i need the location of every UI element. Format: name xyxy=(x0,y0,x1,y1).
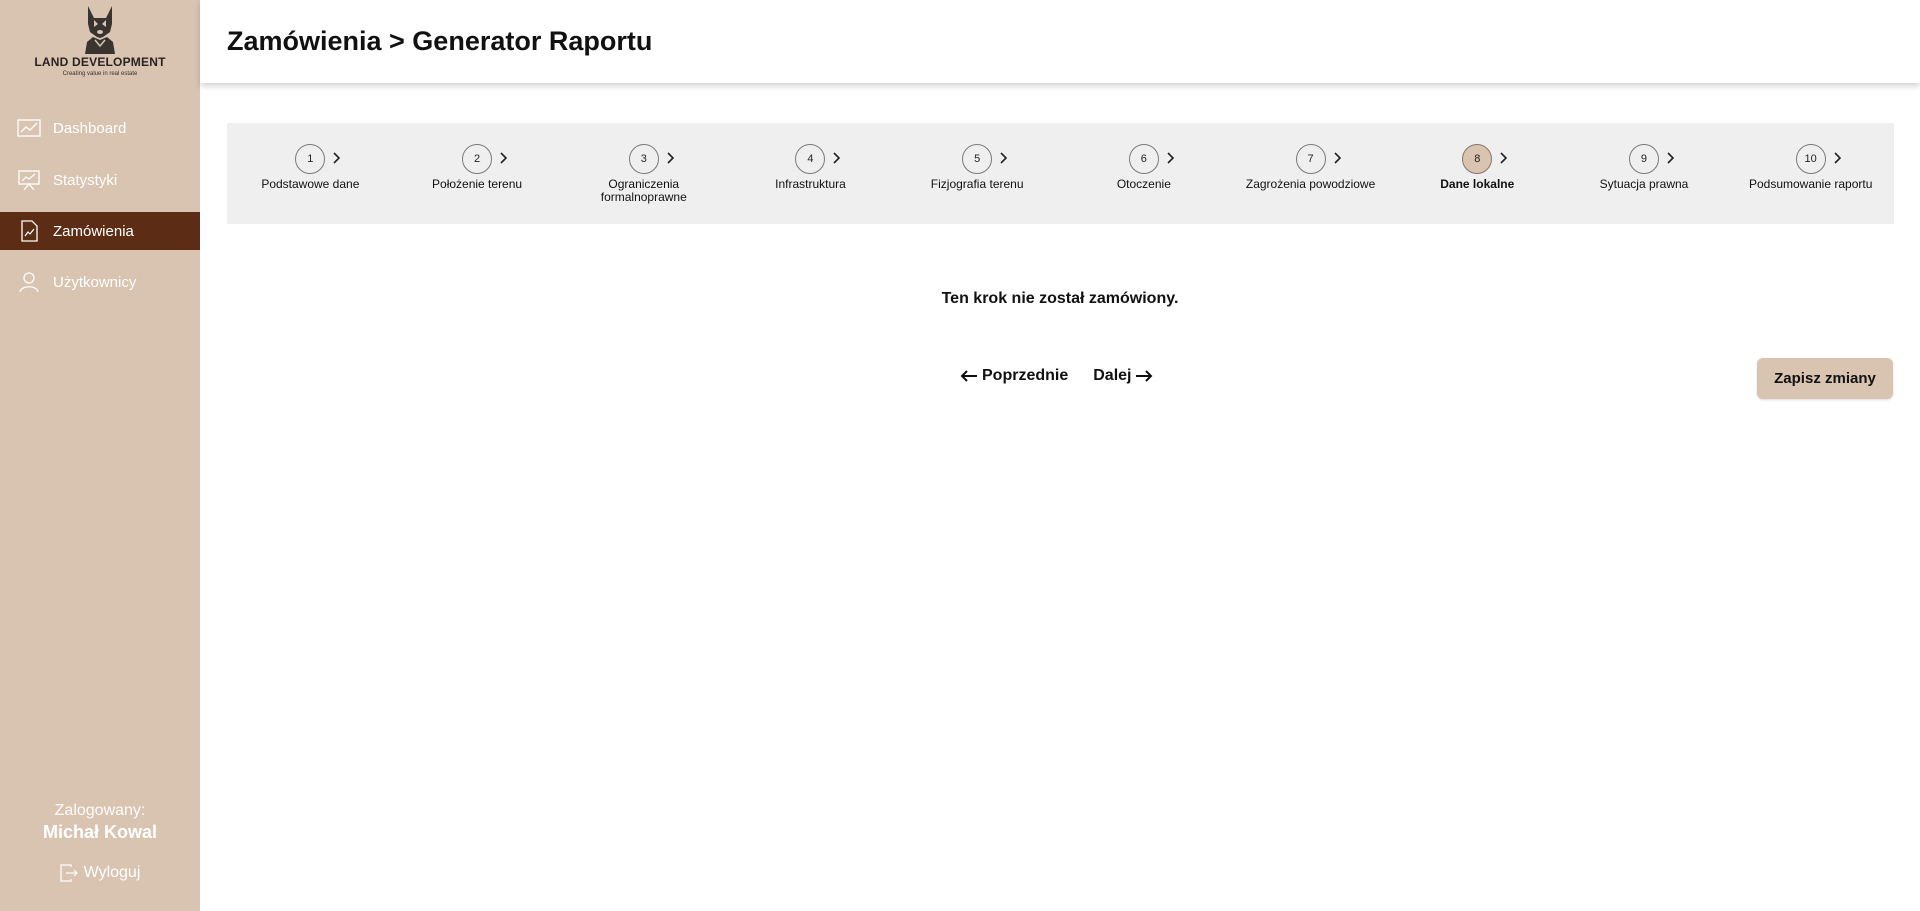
step-label: Ograniczenia formalnoprawne xyxy=(600,177,687,204)
step-label: Podsumowanie raportu xyxy=(1748,177,1873,191)
step-label: Sytuacja prawna xyxy=(1599,177,1689,191)
logged-label: Zalogowany: xyxy=(54,802,146,819)
step-label: Fizjografia terenu xyxy=(930,177,1024,191)
previous-label: Poprzednie xyxy=(982,367,1069,384)
save-changes-button[interactable]: Zapisz zmiany xyxy=(1757,358,1893,399)
step-not-ordered-notice: Ten krok nie został zamówiony. xyxy=(941,290,1179,307)
step-2[interactable]: 2 Położenie terenu xyxy=(394,123,561,224)
step-6[interactable]: 6 Otoczenie xyxy=(1061,123,1228,224)
step-number: 4 xyxy=(795,144,826,174)
step-navigation: Poprzednie Dalej xyxy=(960,367,1153,385)
chevron-right-icon xyxy=(1500,152,1508,164)
step-8[interactable]: 8 Dane lokalne xyxy=(1394,123,1561,224)
step-label: Otoczenie xyxy=(1116,177,1171,191)
step-number: 10 xyxy=(1795,144,1826,174)
previous-button[interactable]: Poprzednie xyxy=(960,367,1068,385)
next-button[interactable]: Dalej xyxy=(1093,367,1153,385)
brand-name: LAND DEVELOPMENT xyxy=(34,55,166,69)
sidebar-item-label: Dashboard xyxy=(53,119,127,137)
logout-icon xyxy=(60,864,78,882)
step-number: 5 xyxy=(962,144,993,174)
arrow-left-icon xyxy=(960,370,977,382)
page-header: Zamówienia > Generator Raportu xyxy=(200,0,1920,83)
presentation-board-icon xyxy=(17,168,41,192)
brand-logo[interactable]: LAND DEVELOPMENT Creating value in real … xyxy=(0,0,200,82)
document-chart-icon xyxy=(17,219,41,243)
step-7[interactable]: 7 Zagrożenia powodziowe xyxy=(1227,123,1394,224)
logout-button[interactable]: Wyloguj xyxy=(0,864,200,882)
sidebar-item-label: Zamówienia xyxy=(53,222,134,240)
user-name: Michał Kowal xyxy=(42,822,158,842)
step-4[interactable]: 4 Infrastruktura xyxy=(727,123,894,224)
sidebar-item-dashboard[interactable]: Dashboard xyxy=(0,108,200,148)
user-icon xyxy=(17,270,41,294)
logout-label: Wyloguj xyxy=(83,864,141,881)
step-number: 2 xyxy=(462,144,493,174)
sidebar-item-statystyki[interactable]: Statystyki xyxy=(0,160,200,200)
chevron-right-icon xyxy=(1834,152,1841,164)
chevron-right-icon xyxy=(333,152,341,164)
step-10[interactable]: 10 Podsumowanie raportu xyxy=(1727,123,1894,224)
step-number: 1 xyxy=(295,144,326,174)
step-number: 7 xyxy=(1295,144,1326,174)
step-9[interactable]: 9 Sytuacja prawna xyxy=(1561,123,1728,224)
step-number: 3 xyxy=(628,144,659,174)
sidebar-item-uzytkownicy[interactable]: Użytkownicy xyxy=(0,262,200,302)
chevron-right-icon xyxy=(500,152,508,164)
step-label: Infrastruktura xyxy=(775,177,846,191)
chevron-right-icon xyxy=(1000,152,1008,164)
step-label: Zagrożenia powodziowe xyxy=(1245,177,1376,191)
brand-tagline: Creating value in real estate xyxy=(62,71,138,77)
next-label: Dalej xyxy=(1093,367,1132,384)
step-label: Dane lokalne xyxy=(1440,177,1515,191)
chevron-right-icon xyxy=(1167,152,1174,164)
sidebar-item-label: Statystyki xyxy=(53,171,118,189)
logged-user: Zalogowany: Michał Kowal xyxy=(0,802,200,843)
step-number: 6 xyxy=(1128,144,1159,174)
step-3[interactable]: 3 Ograniczenia formalnoprawne xyxy=(560,123,727,224)
step-label: Położenie terenu xyxy=(432,177,523,191)
chevron-right-icon xyxy=(1333,152,1341,164)
step-label: Podstawowe dane xyxy=(261,177,360,191)
sidebar-item-zamowienia[interactable]: Zamówienia xyxy=(0,212,200,250)
chevron-right-icon xyxy=(833,152,841,164)
step-number: 9 xyxy=(1628,144,1659,174)
chevron-right-icon xyxy=(667,152,674,164)
chevron-right-icon xyxy=(1667,152,1675,164)
dog-logo-icon xyxy=(85,6,115,54)
page-title: Zamówienia > Generator Raportu xyxy=(227,26,653,56)
report-stepper: 1 Podstawowe dane 2 Położenie terenu 3 O… xyxy=(227,123,1894,224)
step-number: 8 xyxy=(1462,144,1493,174)
step-5[interactable]: 5 Fizjografia terenu xyxy=(894,123,1061,224)
sidebar-nav: Dashboard Statystyki Zamówienia Użytkown… xyxy=(0,108,200,314)
sidebar: LAND DEVELOPMENT Creating value in real … xyxy=(0,0,200,911)
step-1[interactable]: 1 Podstawowe dane xyxy=(227,123,394,224)
arrow-right-icon xyxy=(1136,370,1153,382)
sidebar-item-label: Użytkownicy xyxy=(53,273,137,291)
chart-line-icon xyxy=(17,116,41,140)
